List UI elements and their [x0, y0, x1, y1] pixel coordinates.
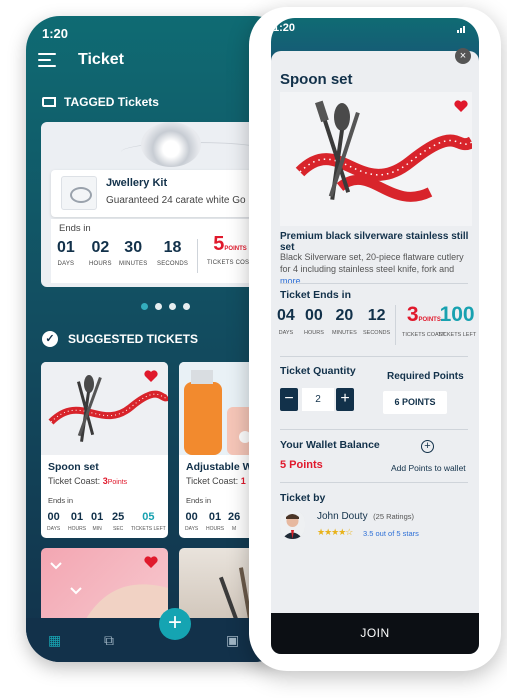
ring-image — [141, 122, 201, 167]
carousel-dots[interactable] — [141, 303, 190, 310]
divider — [395, 305, 396, 345]
suggested-header: ✓ SUGGESTED TICKETS — [42, 331, 198, 347]
product-title: Premium black silverware stainless still… — [280, 231, 469, 253]
card-title: Spoon set — [48, 461, 99, 473]
card-tickets-left: 05 TICKETS LEFT — [131, 511, 166, 532]
heart-icon[interactable] — [144, 370, 158, 383]
card-ends-label: Ends in — [186, 496, 212, 505]
add-circle-icon[interactable]: + — [421, 440, 434, 453]
card-title: Adjustable W — [186, 461, 253, 473]
phone-screen: 1:20 Spoon set × Premium black silverwar… — [271, 18, 479, 654]
suggested-title: SUGGESTED TICKETS — [68, 332, 199, 346]
cd-days: 04 DAYS — [277, 307, 295, 336]
suggested-card-spoon-set[interactable]: Spoon set Ticket Coast: 3Points Ends in … — [41, 362, 168, 538]
rating-stars-icon: ★★★★☆ — [317, 527, 353, 537]
cd-hours: 00 HOURS — [304, 307, 324, 336]
wallet-value: 5 Points — [280, 459, 323, 471]
qty-plus-button[interactable]: + — [336, 388, 354, 411]
card-days: 00 DAYS — [47, 511, 61, 532]
divider — [280, 482, 468, 483]
cd-minutes: 20 MINUTES — [332, 307, 357, 336]
card-cost: Ticket Coast: 1 — [186, 476, 246, 486]
card-hours: 01 HOURS — [68, 511, 87, 532]
qty-input[interactable]: 2 — [302, 388, 334, 411]
cd-hours: 02 HOURS — [89, 239, 112, 267]
check-circle-icon: ✓ — [42, 331, 58, 347]
rating-text: 3.5 out of 5 stars — [363, 529, 419, 538]
cd-cost: 5POINTS TICKETS COST — [207, 233, 254, 266]
divider — [280, 429, 468, 430]
card-min: 26 M — [228, 511, 241, 532]
ends-title: Ticket Ends in — [280, 289, 351, 301]
carousel-dot[interactable] — [169, 303, 176, 310]
seller-name: John Douty (25 Ratings) — [317, 511, 415, 522]
divider — [280, 283, 468, 284]
carousel-dot[interactable] — [183, 303, 190, 310]
card-ends-label: Ends in — [48, 496, 74, 505]
qty-title: Ticket Quantity — [280, 365, 356, 377]
card-cost: Ticket Coast: 3Points — [48, 476, 128, 486]
page-title: Ticket — [78, 51, 124, 68]
req-title: Required Points — [387, 371, 464, 382]
card-image — [41, 362, 168, 455]
avatar — [280, 510, 305, 539]
heart-icon[interactable] — [144, 556, 158, 569]
front-phone: 1:20 Spoon set × Premium black silverwar… — [249, 7, 501, 671]
cd-seconds: 18 SECONDS — [157, 239, 189, 267]
by-title: Ticket by — [280, 492, 326, 504]
product-desc: Black Silverware set, 20-piece flatware … — [280, 252, 464, 286]
ticket-icon[interactable]: ⧉ — [104, 632, 114, 649]
join-button[interactable]: JOIN — [271, 613, 479, 654]
signal-icon — [457, 26, 465, 33]
heart-icon[interactable] — [454, 100, 468, 113]
add-fab-button[interactable]: + — [159, 608, 191, 640]
necklace-thumb — [61, 176, 97, 210]
status-time: 1:20 — [42, 26, 69, 41]
cd-seconds: 12 SECONDS — [363, 307, 391, 336]
suggested-card-hearts[interactable] — [41, 548, 168, 628]
spoon-set-image — [295, 100, 472, 202]
featured-desc: Guaranteed 24 carate white Go — [106, 195, 246, 206]
add-points-link[interactable]: Add Points to wallet — [391, 463, 466, 473]
card-hours: 01 HOURS — [206, 511, 225, 532]
tagged-title: TAGGED Tickets — [64, 95, 159, 109]
stage: 1:20 Ticket TAGGED Tickets Jwellery Kit … — [0, 0, 507, 698]
product-image — [280, 92, 472, 226]
hamburger-menu-icon[interactable] — [38, 53, 56, 67]
ticket-detail-sheet: Spoon set × Premium black silverware sta… — [271, 48, 479, 654]
more-link[interactable]: more .... — [280, 276, 313, 286]
carousel-dot[interactable] — [155, 303, 162, 310]
carousel-dot[interactable] — [141, 303, 148, 310]
ends-label: Ends in — [59, 223, 91, 234]
cd-days: 01 DAYS — [57, 239, 75, 267]
divider — [197, 239, 198, 273]
wallet-icon[interactable]: ▣ — [226, 632, 239, 649]
close-button[interactable]: × — [455, 48, 471, 64]
card-min: 01 MIN — [91, 511, 104, 532]
qty-minus-button[interactable]: − — [280, 388, 298, 411]
card-days: 00 DAYS — [185, 511, 199, 532]
person-icon — [280, 510, 305, 539]
card-sec: 25 SEC — [112, 511, 125, 532]
req-points-value: 6 POINTS — [383, 391, 447, 414]
tagged-section-header: TAGGED Tickets — [42, 95, 159, 109]
status-time: 1:20 — [273, 22, 296, 34]
sheet-title: Spoon set — [280, 71, 353, 88]
tag-icon — [42, 97, 56, 107]
wallet-title: Your Wallet Balance — [280, 439, 380, 451]
featured-name: Jwellery Kit — [106, 177, 168, 189]
cd-tickets-left: 100 TICKETS LEFT — [438, 303, 477, 338]
grid-icon[interactable]: ▦ — [48, 632, 61, 649]
cd-minutes: 30 MINUTES — [119, 239, 148, 267]
divider — [280, 356, 468, 357]
